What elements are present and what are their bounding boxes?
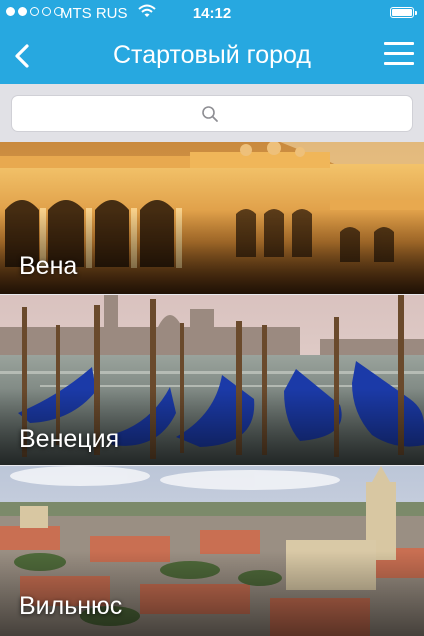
search-input[interactable] [11,95,413,132]
search-bar [0,84,424,142]
hamburger-menu-icon [384,42,414,65]
chevron-left-icon [15,44,29,68]
menu-button[interactable] [384,42,414,70]
navigation-bar: Стартовый город [0,28,424,84]
search-icon [202,106,218,122]
status-bar: MTS RUS 14:12 [0,0,424,28]
city-item-venice[interactable]: Венеция [0,295,424,465]
city-name: Вильнюс [19,592,123,620]
city-list: Вена Венеция Вильнюс [0,142,424,636]
page-title: Стартовый город [112,41,312,69]
battery-icon [390,7,417,18]
back-button[interactable] [6,38,42,74]
clock: 14:12 [192,5,232,22]
city-item-vienna[interactable]: Вена [0,142,424,294]
city-name: Венеция [19,425,120,453]
city-item-vilnius[interactable]: Вильнюс [0,466,424,636]
city-name: Вена [19,252,78,280]
